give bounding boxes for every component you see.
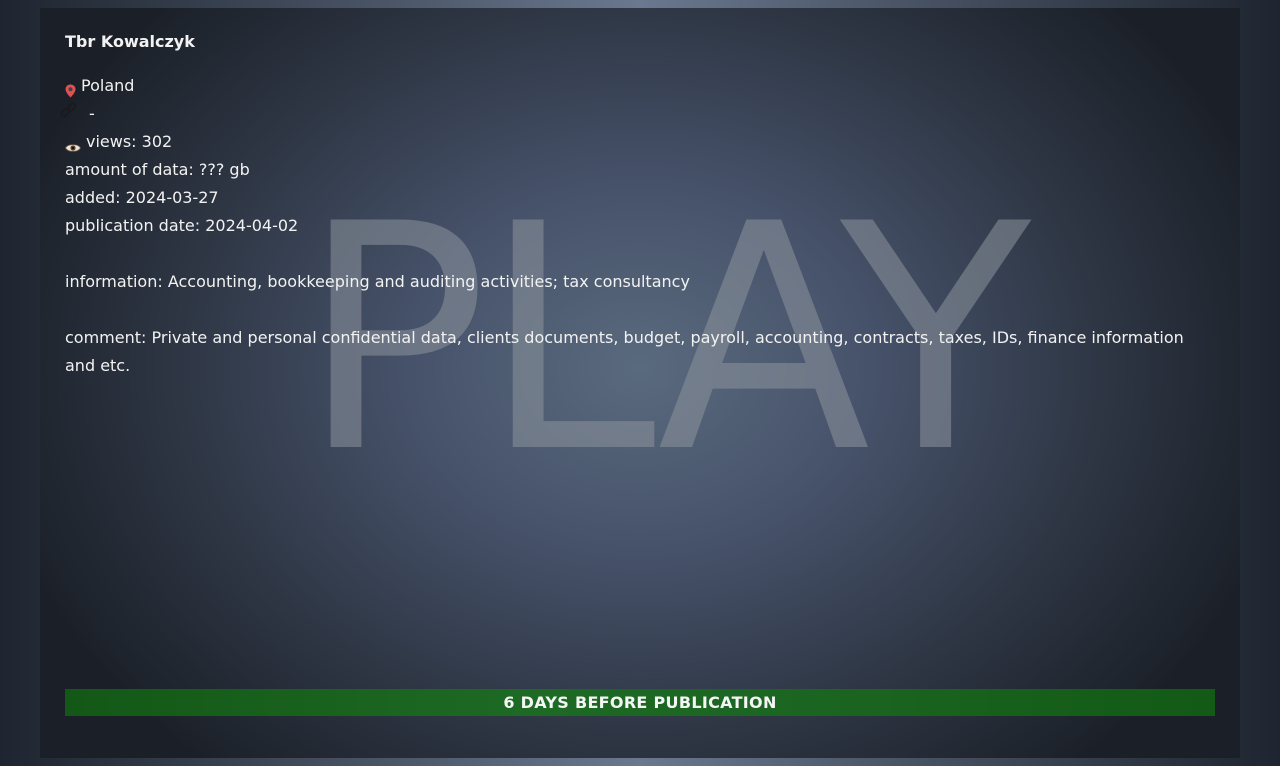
views-row: views: 302 (65, 128, 1215, 156)
country-value: Poland (81, 76, 135, 95)
amount-row: amount of data: ??? gb (65, 160, 250, 179)
eye-icon (65, 135, 81, 152)
location-pin-icon (65, 79, 76, 97)
information-row: information: Accounting, bookkeeping and… (65, 272, 690, 291)
link-row: - (60, 100, 1215, 128)
link-value[interactable]: - (89, 104, 95, 123)
leak-card: PLAY Tbr Kowalczyk Poland - views: 302 a… (40, 8, 1240, 758)
country-row: Poland (65, 72, 1215, 100)
publication-countdown-bar: 6 DAYS BEFORE PUBLICATION (65, 689, 1215, 716)
views-value: views: 302 (86, 132, 173, 151)
comment-text: comment: Private and personal confidenti… (65, 328, 1184, 375)
company-title: Tbr Kowalczyk (65, 32, 195, 51)
link-icon (59, 101, 79, 121)
added-row: added: 2024-03-27 (65, 188, 219, 207)
card-content: Tbr Kowalczyk Poland - views: 302 amount… (60, 32, 1215, 380)
publication-date-row: publication date: 2024-04-02 (65, 216, 299, 235)
